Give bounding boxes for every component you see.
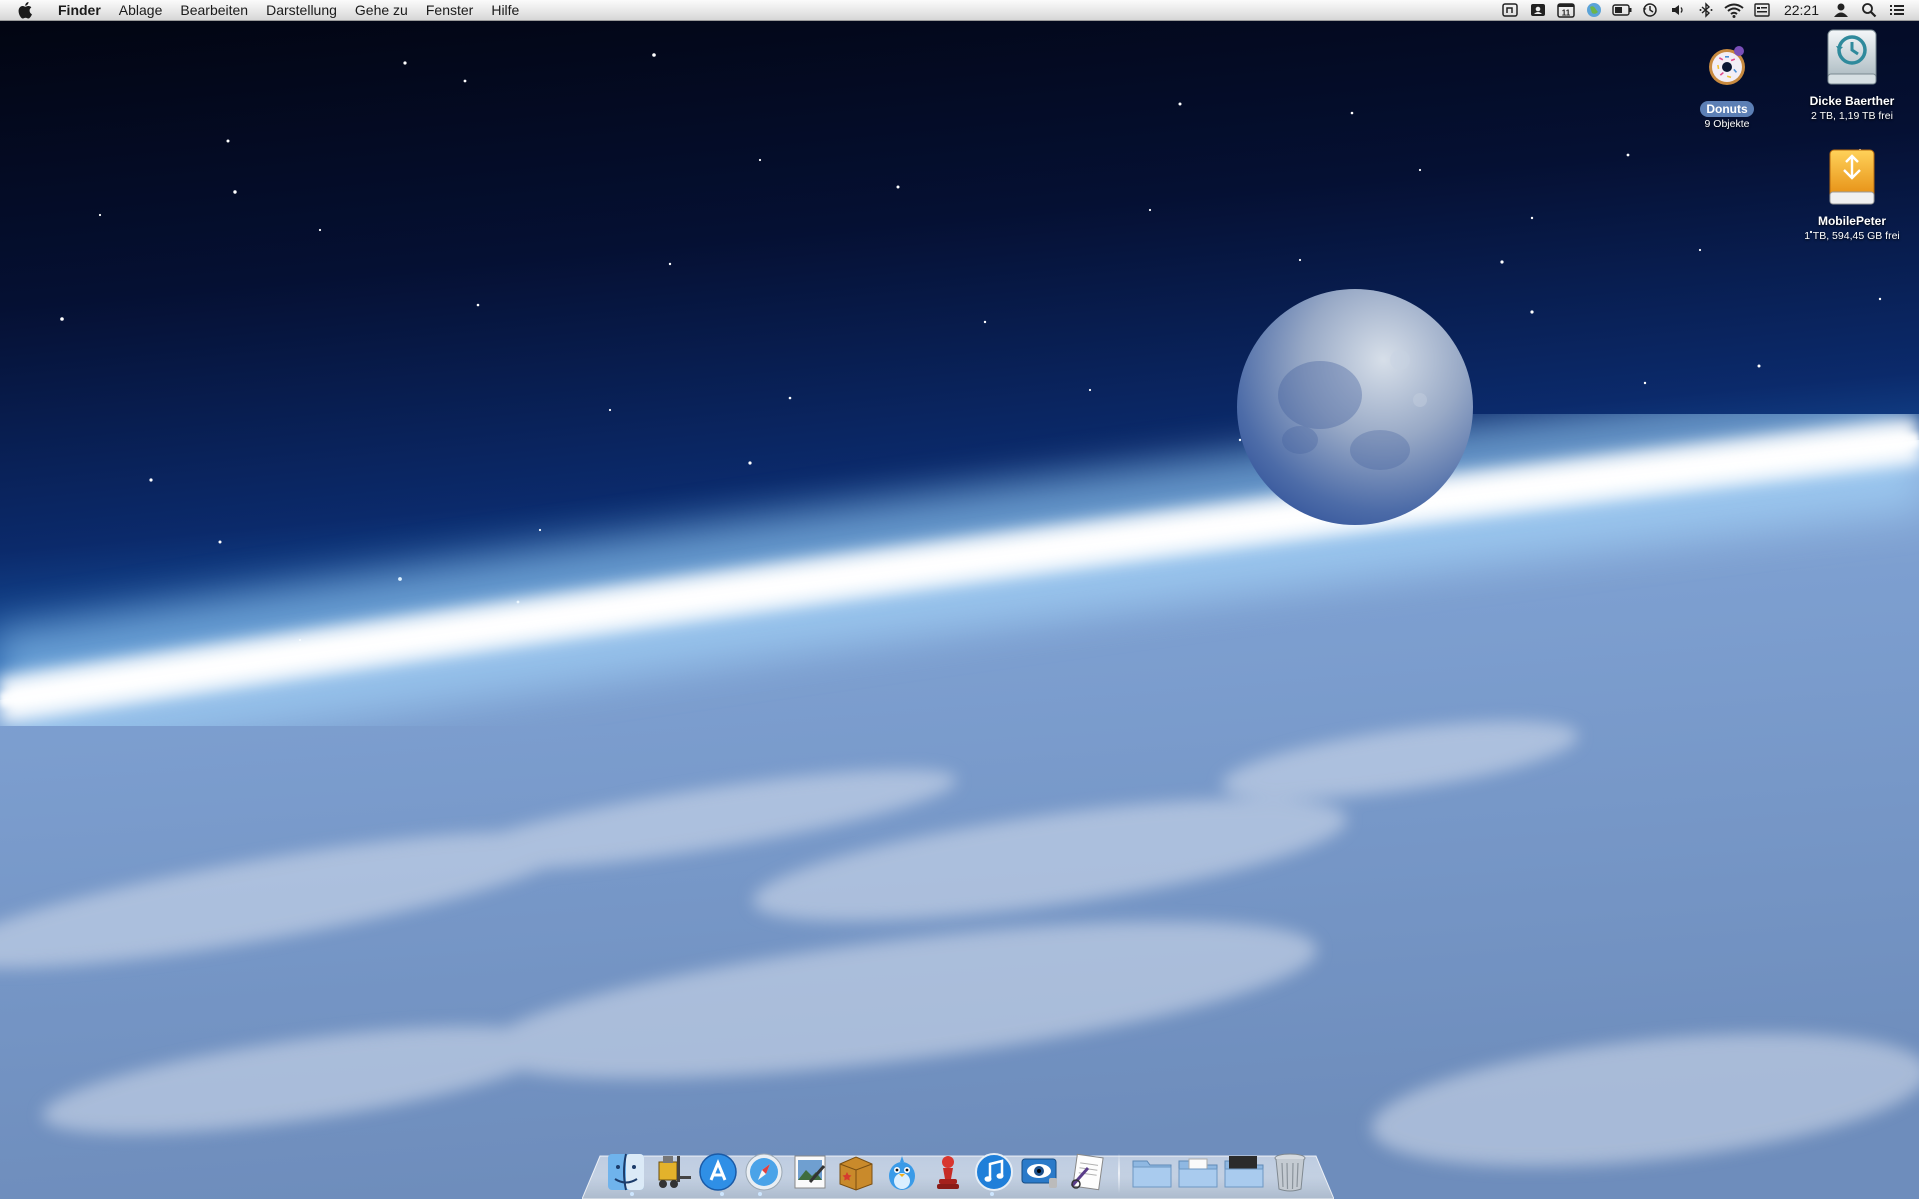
bird-app-icon[interactable]: [880, 1149, 924, 1195]
desktop-item-mobilepeter[interactable]: MobilePeter 1 TB, 594,45 GB frei: [1787, 146, 1917, 242]
desktop-item-info: 2 TB, 1,19 TB frei: [1811, 110, 1893, 122]
user-icon[interactable]: [1831, 0, 1851, 21]
network-globe-icon[interactable]: [1584, 0, 1604, 21]
desktop-item-label: Donuts: [1700, 101, 1754, 117]
menu-ablage[interactable]: Ablage: [110, 0, 172, 21]
forklift-icon[interactable]: [650, 1149, 694, 1195]
script-menu-icon[interactable]: [1500, 0, 1520, 21]
textedit-icon[interactable]: [1064, 1149, 1108, 1195]
menu-bar: Finder Ablage Bearbeiten Darstellung Geh…: [0, 0, 1919, 21]
desktop-item-info: 9 Objekte: [1704, 118, 1750, 130]
dock: [604, 1139, 1314, 1195]
trash-icon[interactable]: [1268, 1149, 1312, 1195]
preview-icon[interactable]: [788, 1149, 832, 1195]
menu-finder[interactable]: Finder: [52, 0, 110, 21]
desktop-wallpaper: [0, 0, 1919, 1199]
svg-text:11: 11: [1562, 8, 1571, 17]
spotlight-icon[interactable]: [1859, 0, 1879, 21]
address-book-icon[interactable]: [1528, 0, 1548, 21]
itunes-icon[interactable]: [972, 1149, 1016, 1195]
desktop-item-info: 1 TB, 594,45 GB frei: [1804, 230, 1900, 242]
dock-separator: [1118, 1153, 1120, 1193]
finder-icon[interactable]: [604, 1149, 648, 1195]
donut-folder-icon: [1695, 34, 1759, 98]
desktop-item-label: MobilePeter: [1817, 214, 1886, 228]
moon: [1237, 289, 1473, 525]
calendar-icon[interactable]: 11: [1556, 0, 1576, 21]
apple-icon[interactable]: [18, 0, 38, 20]
menu-hilfe[interactable]: Hilfe: [482, 0, 528, 21]
desktop-item-label: Dicke Baerther: [1809, 94, 1895, 108]
menu-clock[interactable]: 22:21: [1776, 2, 1827, 18]
battery-icon[interactable]: [1612, 0, 1632, 21]
menu-fenster[interactable]: Fenster: [417, 0, 482, 21]
safari-icon[interactable]: [742, 1149, 786, 1195]
menu-bearbeiten[interactable]: Bearbeiten: [171, 0, 257, 21]
time-machine-drive-icon: [1820, 26, 1884, 90]
desktop-item-donuts[interactable]: Donuts 9 Objekte: [1662, 34, 1792, 130]
external-drive-icon: [1820, 146, 1884, 210]
menu-darstellung[interactable]: Darstellung: [257, 0, 346, 21]
menu-gehe-zu[interactable]: Gehe zu: [346, 0, 417, 21]
documents-folder-icon[interactable]: [1176, 1149, 1220, 1195]
eye-app-icon[interactable]: [1018, 1149, 1062, 1195]
wifi-icon[interactable]: [1724, 0, 1744, 21]
list-icon[interactable]: [1887, 0, 1907, 21]
downloads-folder-icon[interactable]: [1222, 1149, 1266, 1195]
volume-icon[interactable]: [1668, 0, 1688, 21]
applications-folder-icon[interactable]: [1130, 1149, 1174, 1195]
input-menu-icon[interactable]: [1752, 0, 1772, 21]
bluetooth-icon[interactable]: [1696, 0, 1716, 21]
desktop-item-dicke-baerther[interactable]: Dicke Baerther 2 TB, 1,19 TB frei: [1787, 26, 1917, 122]
app-store-icon[interactable]: [696, 1149, 740, 1195]
time-machine-icon[interactable]: [1640, 0, 1660, 21]
status-area: 11 22:21: [1496, 0, 1919, 21]
chess-pawn-icon[interactable]: [926, 1149, 970, 1195]
archive-box-icon[interactable]: [834, 1149, 878, 1195]
